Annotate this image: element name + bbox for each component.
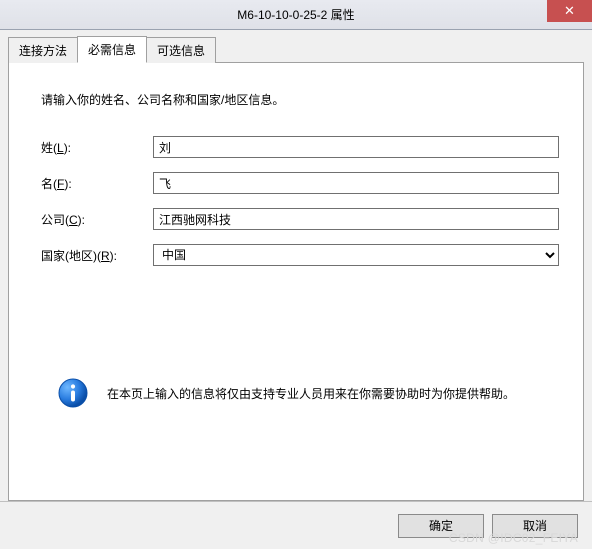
cancel-button[interactable]: 取消 xyxy=(492,514,578,538)
row-first-name: 名(F): xyxy=(33,172,559,194)
input-company[interactable] xyxy=(153,208,559,230)
info-row: 在本页上输入的信息将仅由支持专业人员用来在你需要协助时为你提供帮助。 xyxy=(57,377,559,409)
label-country: 国家(地区)(R): xyxy=(33,247,153,264)
input-first-name[interactable] xyxy=(153,172,559,194)
row-last-name: 姓(L): xyxy=(33,136,559,158)
label-last-name: 姓(L): xyxy=(33,139,153,156)
select-country[interactable]: 中国 xyxy=(153,244,559,266)
input-last-name[interactable] xyxy=(153,136,559,158)
tab-connection-method[interactable]: 连接方法 xyxy=(8,37,78,63)
window-title: M6-10-10-0-25-2 属性 xyxy=(237,6,354,23)
info-icon xyxy=(57,377,89,409)
window-body: 连接方法 必需信息 可选信息 请输入你的姓名、公司名称和国家/地区信息。 姓(L… xyxy=(0,30,592,549)
button-bar: 确定 取消 xyxy=(0,501,592,549)
instruction-text: 请输入你的姓名、公司名称和国家/地区信息。 xyxy=(41,91,559,108)
tab-panel-required-info: 请输入你的姓名、公司名称和国家/地区信息。 姓(L): 名(F): 公司(C):… xyxy=(8,62,584,501)
close-icon: ✕ xyxy=(564,3,575,19)
row-company: 公司(C): xyxy=(33,208,559,230)
info-text: 在本页上输入的信息将仅由支持专业人员用来在你需要协助时为你提供帮助。 xyxy=(107,385,515,402)
close-button[interactable]: ✕ xyxy=(547,0,592,22)
label-company: 公司(C): xyxy=(33,211,153,228)
tab-required-info[interactable]: 必需信息 xyxy=(77,36,147,63)
tab-strip: 连接方法 必需信息 可选信息 xyxy=(8,39,584,62)
ok-button[interactable]: 确定 xyxy=(398,514,484,538)
row-country: 国家(地区)(R): 中国 xyxy=(33,244,559,266)
label-first-name: 名(F): xyxy=(33,175,153,192)
tab-optional-info[interactable]: 可选信息 xyxy=(146,37,216,63)
title-bar: M6-10-10-0-25-2 属性 ✕ xyxy=(0,0,592,30)
